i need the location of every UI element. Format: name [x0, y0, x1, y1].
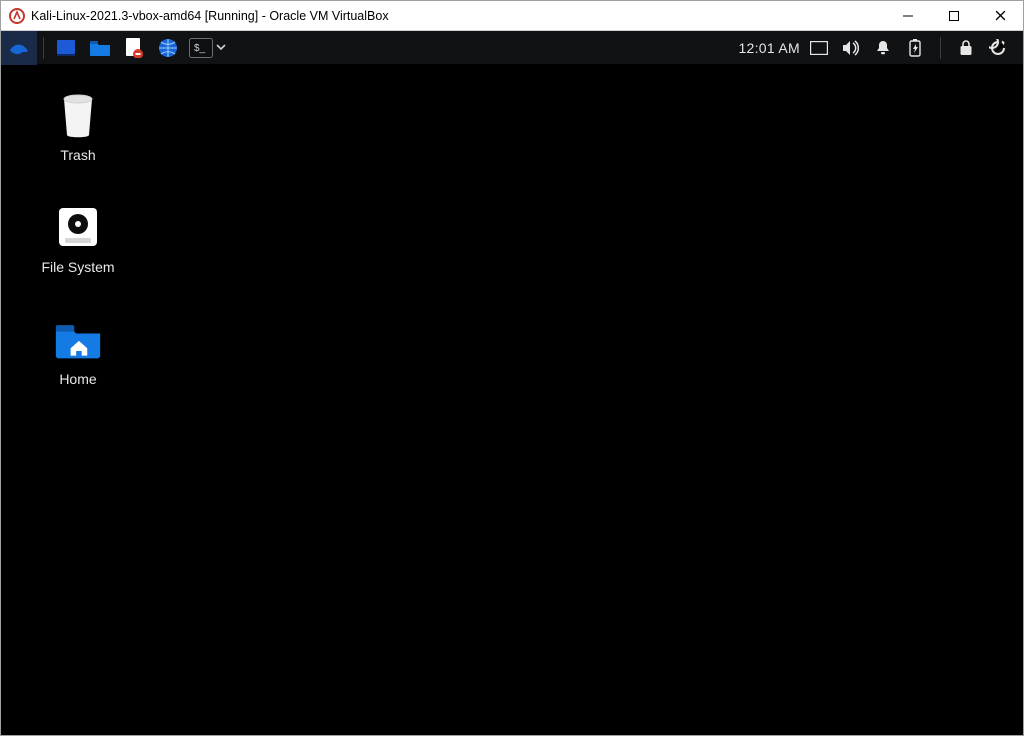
virtualbox-icon [9, 8, 25, 24]
file-manager-button[interactable] [86, 36, 114, 60]
xfce-panel: $_ 12:01 AM [1, 31, 1023, 65]
application-menu-button[interactable] [1, 31, 37, 65]
minimize-button[interactable] [885, 1, 931, 31]
desktop-icon-label: Trash [60, 147, 95, 163]
show-desktop-button[interactable] [52, 36, 80, 60]
desktop-icon-trash[interactable]: Trash [23, 91, 133, 163]
desktop[interactable]: Trash File System [1, 65, 1023, 735]
desktop-icon-grid: Trash File System [23, 91, 133, 387]
web-browser-button[interactable] [154, 36, 182, 60]
terminal-button[interactable]: $_ [188, 36, 228, 60]
desktop-icon-home[interactable]: Home [23, 315, 133, 387]
battery-icon[interactable] [906, 39, 924, 57]
home-folder-icon [54, 315, 102, 363]
panel-separator [940, 37, 941, 59]
workspace-switcher-icon[interactable] [810, 39, 828, 57]
virtualbox-title: Kali-Linux-2021.3-vbox-amd64 [Running] -… [31, 9, 389, 23]
desktop-icon-label: File System [41, 259, 114, 275]
power-session-icon[interactable] [989, 39, 1007, 57]
panel-separator [43, 37, 44, 59]
system-tray [810, 37, 1007, 59]
panel-dock: $_ [52, 36, 228, 60]
svg-text:$_: $_ [194, 43, 206, 54]
virtualbox-window: Kali-Linux-2021.3-vbox-amd64 [Running] -… [0, 0, 1024, 736]
desktop-icon-label: Home [59, 371, 96, 387]
close-button[interactable] [977, 1, 1023, 31]
maximize-button[interactable] [931, 1, 977, 31]
panel-clock[interactable]: 12:01 AM [738, 40, 800, 56]
trash-icon [54, 91, 102, 139]
guest-os-viewport: $_ 12:01 AM [1, 31, 1023, 735]
notifications-icon[interactable] [874, 39, 892, 57]
text-editor-button[interactable] [120, 36, 148, 60]
volume-icon[interactable] [842, 39, 860, 57]
virtualbox-titlebar[interactable]: Kali-Linux-2021.3-vbox-amd64 [Running] -… [1, 1, 1023, 31]
drive-icon [54, 203, 102, 251]
desktop-icon-filesystem[interactable]: File System [23, 203, 133, 275]
lock-screen-icon[interactable] [957, 39, 975, 57]
